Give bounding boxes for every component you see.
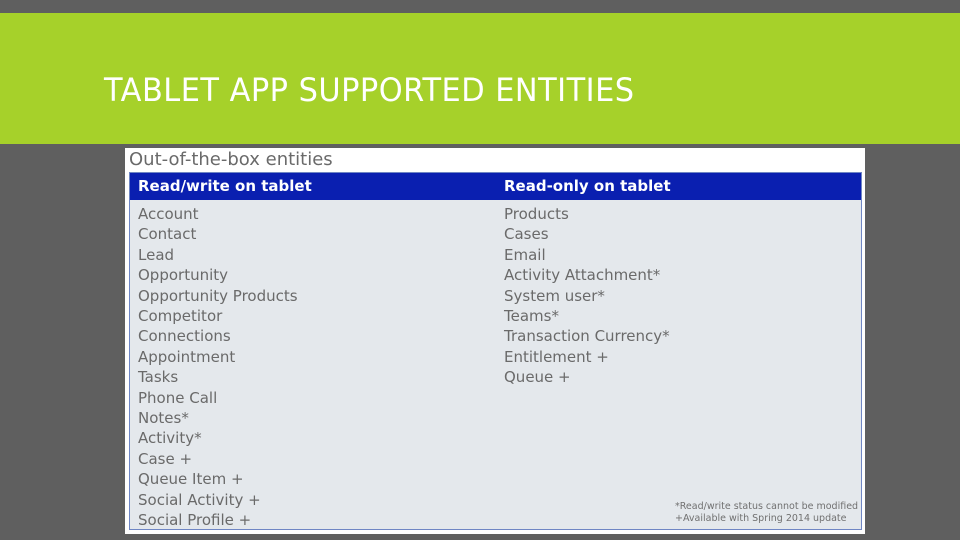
column-header-read-write: Read/write on tablet xyxy=(138,177,312,195)
entities-card: Out-of-the-box entities Read/write on ta… xyxy=(125,148,865,534)
list-item: Entitlement + xyxy=(504,347,609,366)
list-item: Tasks xyxy=(138,368,179,387)
card-title: Out-of-the-box entities xyxy=(129,149,333,170)
title-banner: TABLET APP SUPPORTED ENTITIES xyxy=(0,13,960,144)
list-item: Products xyxy=(504,205,569,223)
list-item: Notes* xyxy=(138,409,189,428)
list-item: Opportunity Products xyxy=(138,286,298,305)
column-header-read-only: Read-only on tablet xyxy=(504,177,671,195)
read-only-list: Products Cases Email Activity Attachment* Sy… xyxy=(504,204,670,388)
list-item: Activity* xyxy=(138,429,202,448)
list-item: Contact xyxy=(138,225,197,244)
list-item: Email xyxy=(504,245,546,264)
list-item: Connections xyxy=(138,327,231,346)
entities-table: Read/write on tablet Read-only on tablet… xyxy=(129,172,862,530)
read-write-list: Account Contact Lead Opportunity Opportunity… xyxy=(138,204,298,531)
footnote-plus: +Available with Spring 2014 update xyxy=(675,513,847,524)
list-item: Queue + xyxy=(504,368,571,387)
list-item: Account xyxy=(138,205,199,223)
table-header: Read/write on tablet Read-only on tablet xyxy=(130,173,861,200)
list-item: Competitor xyxy=(138,307,223,326)
list-item: Social Activity + xyxy=(138,490,261,509)
list-item: Cases xyxy=(504,225,549,244)
list-item: System user* xyxy=(504,286,605,305)
list-item: Social Profile + xyxy=(138,511,252,530)
slide-title: TABLET APP SUPPORTED ENTITIES xyxy=(104,71,635,109)
footnote-asterisk: *Read/write status cannot be modified xyxy=(675,501,859,512)
list-item: Queue Item + xyxy=(138,470,244,489)
list-item: Activity Attachment* xyxy=(504,266,661,285)
list-item: Appointment xyxy=(138,347,236,366)
footnotes: *Read/write status cannot be modified +A… xyxy=(675,501,858,525)
list-item: Opportunity xyxy=(138,266,229,285)
list-item: Phone Call xyxy=(138,388,218,407)
list-item: Teams* xyxy=(504,307,559,326)
list-item: Transaction Currency* xyxy=(504,327,670,346)
list-item: Lead xyxy=(138,245,175,264)
list-item: Case + xyxy=(138,449,193,468)
